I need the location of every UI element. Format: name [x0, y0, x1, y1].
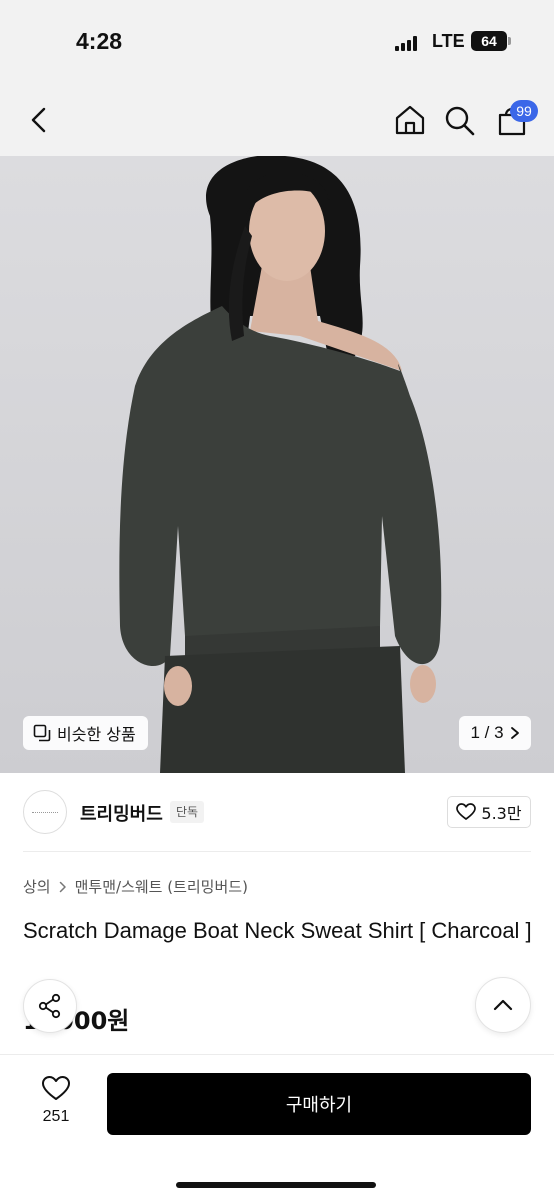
- search-button[interactable]: [443, 102, 477, 138]
- heart-icon: [456, 803, 477, 820]
- exclusive-badge: 단독: [170, 801, 205, 823]
- product-image[interactable]: [0, 156, 554, 773]
- home-button[interactable]: [393, 102, 427, 138]
- store-name[interactable]: 트리밍버드: [80, 800, 163, 826]
- breadcrumb-subcategory[interactable]: 맨투맨/스웨트 (트리밍버드): [75, 876, 248, 897]
- breadcrumb: 상의 맨투맨/스웨트 (트리밍버드): [23, 876, 248, 897]
- network-label: LTE: [432, 31, 465, 51]
- signal-icon: [395, 36, 421, 51]
- chevron-left-icon: [31, 107, 46, 133]
- heart-icon: [42, 1076, 70, 1100]
- scroll-top-button[interactable]: [475, 977, 531, 1033]
- product-title: Scratch Damage Boat Neck Sweat Shirt [ C…: [23, 918, 532, 943]
- home-icon: [395, 105, 425, 135]
- search-icon: [445, 106, 475, 136]
- share-button[interactable]: [23, 979, 77, 1033]
- store-like-button[interactable]: 5.3만: [447, 796, 531, 828]
- similar-products-button[interactable]: 비슷한 상품: [23, 716, 148, 750]
- store-row[interactable]: 트리밍버드 단독 5.3만: [0, 773, 554, 851]
- chevron-right-icon: [59, 881, 66, 892]
- back-button[interactable]: [24, 102, 56, 138]
- similar-products-label: 비슷한 상품: [57, 725, 136, 744]
- product-like-button[interactable]: 251: [30, 1074, 82, 1134]
- store-like-count: 5.3만: [481, 804, 522, 823]
- chevron-up-icon: [493, 999, 513, 1011]
- status-bar: 4:28 LTE 64: [0, 0, 554, 84]
- breadcrumb-category[interactable]: 상의: [23, 876, 51, 897]
- home-indicator: [176, 1182, 376, 1188]
- copy-icon: [33, 724, 51, 742]
- battery-tip: [508, 37, 511, 45]
- status-time: 4:28: [76, 28, 123, 54]
- pager-label: 1 / 3: [470, 723, 504, 742]
- image-pager[interactable]: 1 / 3: [459, 716, 531, 750]
- store-logo[interactable]: [23, 790, 67, 834]
- product-photo: [0, 156, 554, 773]
- battery-icon: 64: [471, 31, 507, 51]
- share-icon: [38, 993, 61, 1019]
- cart-badge: 99: [510, 100, 538, 122]
- chevron-right-icon: [510, 727, 519, 739]
- divider: [23, 851, 531, 852]
- product-like-count: 251: [42, 1108, 70, 1125]
- nav-bar: [0, 84, 554, 156]
- buy-button[interactable]: 구매하기: [107, 1073, 531, 1135]
